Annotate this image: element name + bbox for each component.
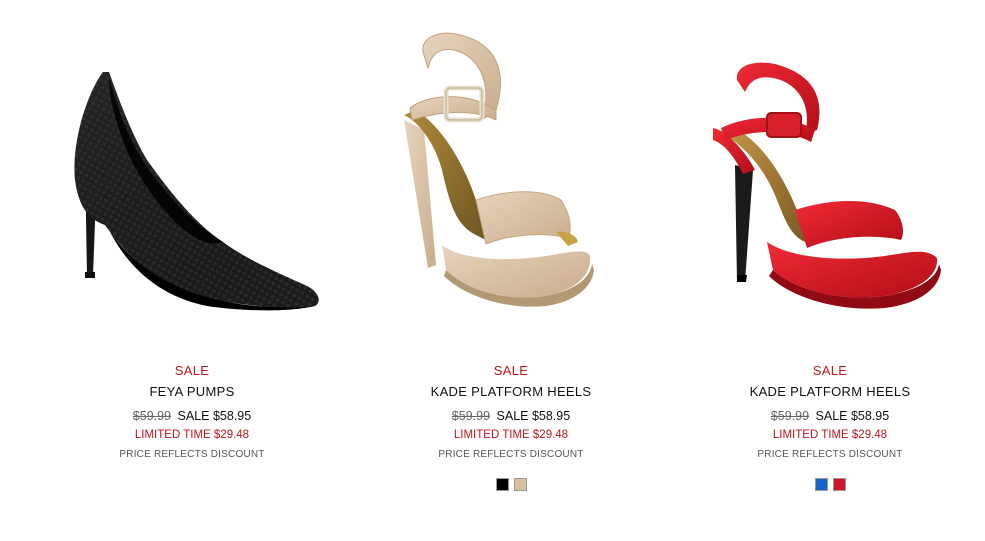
discount-note: PRICE REFLECTS DISCOUNT xyxy=(757,449,903,460)
sale-flag: SALE xyxy=(812,363,848,378)
sale-flag: SALE xyxy=(174,363,210,378)
product-card[interactable]: SALE FEYA PUMPS $59.99 SALE $58.95 LIMIT… xyxy=(27,0,357,541)
black-pointed-pump-image[interactable] xyxy=(27,20,357,320)
nude-platform-sandal-image[interactable] xyxy=(346,20,676,320)
product-card[interactable]: SALE KADE PLATFORM HEELS $59.99 SALE $58… xyxy=(665,0,985,541)
color-swatches xyxy=(665,478,985,492)
color-swatch-black[interactable] xyxy=(495,478,509,491)
original-price: $59.99 xyxy=(132,409,172,423)
product-title[interactable]: KADE PLATFORM HEELS xyxy=(665,383,985,401)
sale-flag: SALE xyxy=(493,363,529,378)
original-price: $59.99 xyxy=(770,409,810,423)
product-info: SALE KADE PLATFORM HEELS $59.99 SALE $58… xyxy=(665,362,985,492)
original-price: $59.99 xyxy=(451,409,491,423)
product-card[interactable]: SALE KADE PLATFORM HEELS $59.99 SALE $58… xyxy=(346,0,676,541)
color-swatches xyxy=(27,478,357,492)
limited-time-price: LIMITED TIME $29.48 xyxy=(772,429,888,441)
limited-time-price: LIMITED TIME $29.48 xyxy=(453,429,569,441)
color-swatch-red[interactable] xyxy=(832,478,846,491)
color-swatch-blue[interactable] xyxy=(814,478,828,491)
product-info: SALE FEYA PUMPS $59.99 SALE $58.95 LIMIT… xyxy=(27,362,357,492)
product-title[interactable]: KADE PLATFORM HEELS xyxy=(346,383,676,401)
discount-note: PRICE REFLECTS DISCOUNT xyxy=(438,449,584,460)
color-swatch-nude[interactable] xyxy=(513,478,527,491)
discount-note: PRICE REFLECTS DISCOUNT xyxy=(119,449,265,460)
product-title[interactable]: FEYA PUMPS xyxy=(27,383,357,401)
sale-price: SALE $58.95 xyxy=(815,409,890,423)
product-grid: SALE FEYA PUMPS $59.99 SALE $58.95 LIMIT… xyxy=(0,0,985,541)
price-row: $59.99 SALE $58.95 xyxy=(346,408,676,424)
color-swatches xyxy=(346,478,676,492)
sale-price: SALE $58.95 xyxy=(177,409,252,423)
limited-time-price: LIMITED TIME $29.48 xyxy=(134,429,250,441)
red-platform-sandal-image[interactable] xyxy=(665,20,985,320)
price-row: $59.99 SALE $58.95 xyxy=(27,408,357,424)
product-info: SALE KADE PLATFORM HEELS $59.99 SALE $58… xyxy=(346,362,676,492)
sale-price: SALE $58.95 xyxy=(496,409,571,423)
price-row: $59.99 SALE $58.95 xyxy=(665,408,985,424)
